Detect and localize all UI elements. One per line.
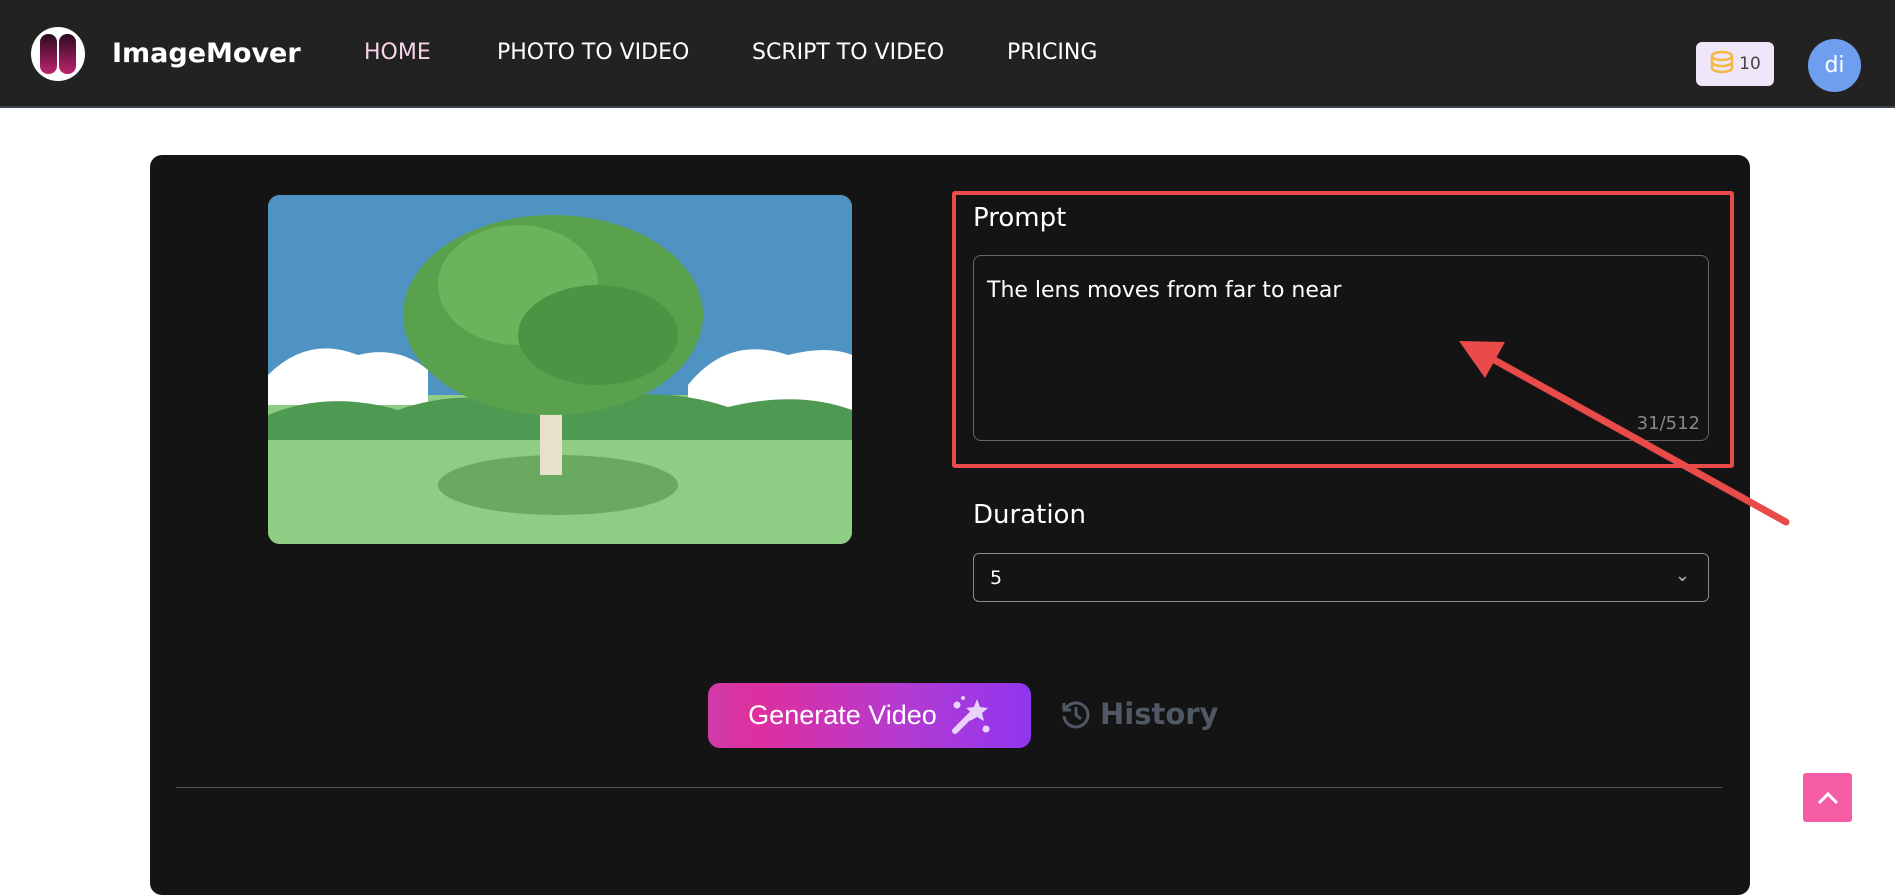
- duration-label: Duration: [973, 500, 1086, 530]
- history-icon: [1062, 701, 1090, 729]
- chevron-up-icon: [1817, 791, 1838, 804]
- history-label: History: [1100, 697, 1219, 731]
- history-button[interactable]: History: [1060, 697, 1218, 731]
- duration-value: 5: [990, 567, 1003, 589]
- generate-label: Generate Video: [748, 700, 937, 730]
- divider: [176, 787, 1722, 788]
- duration-select[interactable]: 5 ⌄: [973, 553, 1709, 602]
- chevron-down-icon: ⌄: [1674, 565, 1690, 586]
- scroll-to-top-button[interactable]: [1803, 773, 1852, 822]
- magic-wand-icon: [951, 695, 990, 734]
- generate-video-button[interactable]: Generate Video: [708, 683, 1031, 748]
